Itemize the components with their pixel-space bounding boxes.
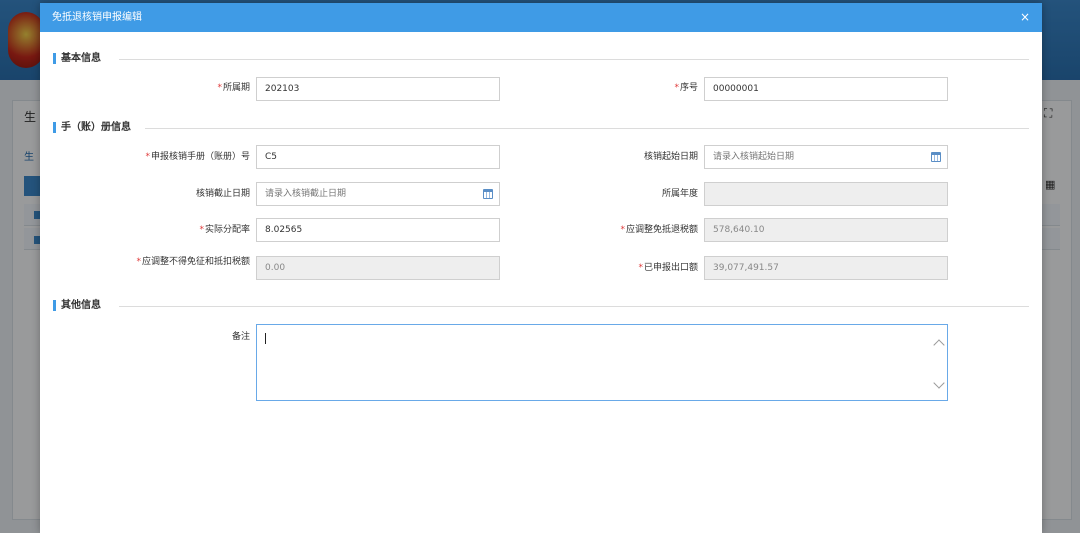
period-field[interactable]: 202103 [256, 77, 500, 101]
section-marker [53, 300, 56, 311]
calendar-icon[interactable] [931, 152, 941, 162]
section-title-manual: 手（账）册信息 [61, 122, 131, 133]
seq-label: *序号 [674, 83, 698, 93]
section-divider [145, 128, 1029, 129]
section-title-other: 其他信息 [61, 300, 101, 311]
adj-nondeduct-label: *应调整不得免征和抵扣税额 [136, 257, 250, 267]
section-basic-info: 基本信息 [53, 52, 1029, 66]
section-divider [119, 59, 1029, 60]
end-date-label: 核销截止日期 [195, 189, 250, 199]
start-date-field[interactable]: 请录入核销起始日期 [704, 145, 948, 169]
scroll-down-icon[interactable] [933, 377, 945, 389]
remark-textarea[interactable] [256, 324, 948, 401]
scroll-up-icon[interactable] [933, 339, 945, 351]
seq-field[interactable]: 00000001 [704, 77, 948, 101]
end-date-field[interactable]: 请录入核销截止日期 [256, 182, 500, 206]
section-other-info: 其他信息 [53, 299, 1029, 313]
year-field [704, 182, 948, 206]
adj-nondeduct-field: 0.00 [256, 256, 500, 280]
start-date-label: 核销起始日期 [643, 152, 698, 162]
text-caret [265, 333, 266, 344]
rate-label: *实际分配率 [199, 225, 250, 235]
section-marker [53, 53, 56, 64]
manual-no-field[interactable]: C5 [256, 145, 500, 169]
section-marker [53, 122, 56, 133]
end-date-placeholder: 请录入核销截止日期 [265, 189, 347, 199]
year-label: 所属年度 [661, 189, 698, 199]
edit-modal: 免抵退核销申报编辑 × 基本信息 *所属期 202103 *序号 0000000… [40, 3, 1042, 533]
rate-field[interactable]: 8.02565 [256, 218, 500, 242]
modal-title: 免抵退核销申报编辑 [52, 12, 142, 23]
close-icon[interactable]: × [1020, 3, 1030, 32]
declared-export-field: 39,077,491.57 [704, 256, 948, 280]
declared-export-label: *已申报出口额 [638, 263, 698, 273]
period-label: *所属期 [217, 83, 250, 93]
section-title-basic: 基本信息 [61, 53, 101, 64]
remark-label: 备注 [231, 332, 250, 342]
modal-header: 免抵退核销申报编辑 × [40, 3, 1042, 32]
adj-refund-label: *应调整免抵退税额 [620, 225, 698, 235]
adj-refund-field: 578,640.10 [704, 218, 948, 242]
section-divider [119, 306, 1029, 307]
calendar-icon[interactable] [483, 189, 493, 199]
section-manual-info: 手（账）册信息 [53, 121, 1029, 135]
start-date-placeholder: 请录入核销起始日期 [713, 152, 795, 162]
manual-no-label: *申报核销手册（账册）号 [145, 152, 250, 162]
